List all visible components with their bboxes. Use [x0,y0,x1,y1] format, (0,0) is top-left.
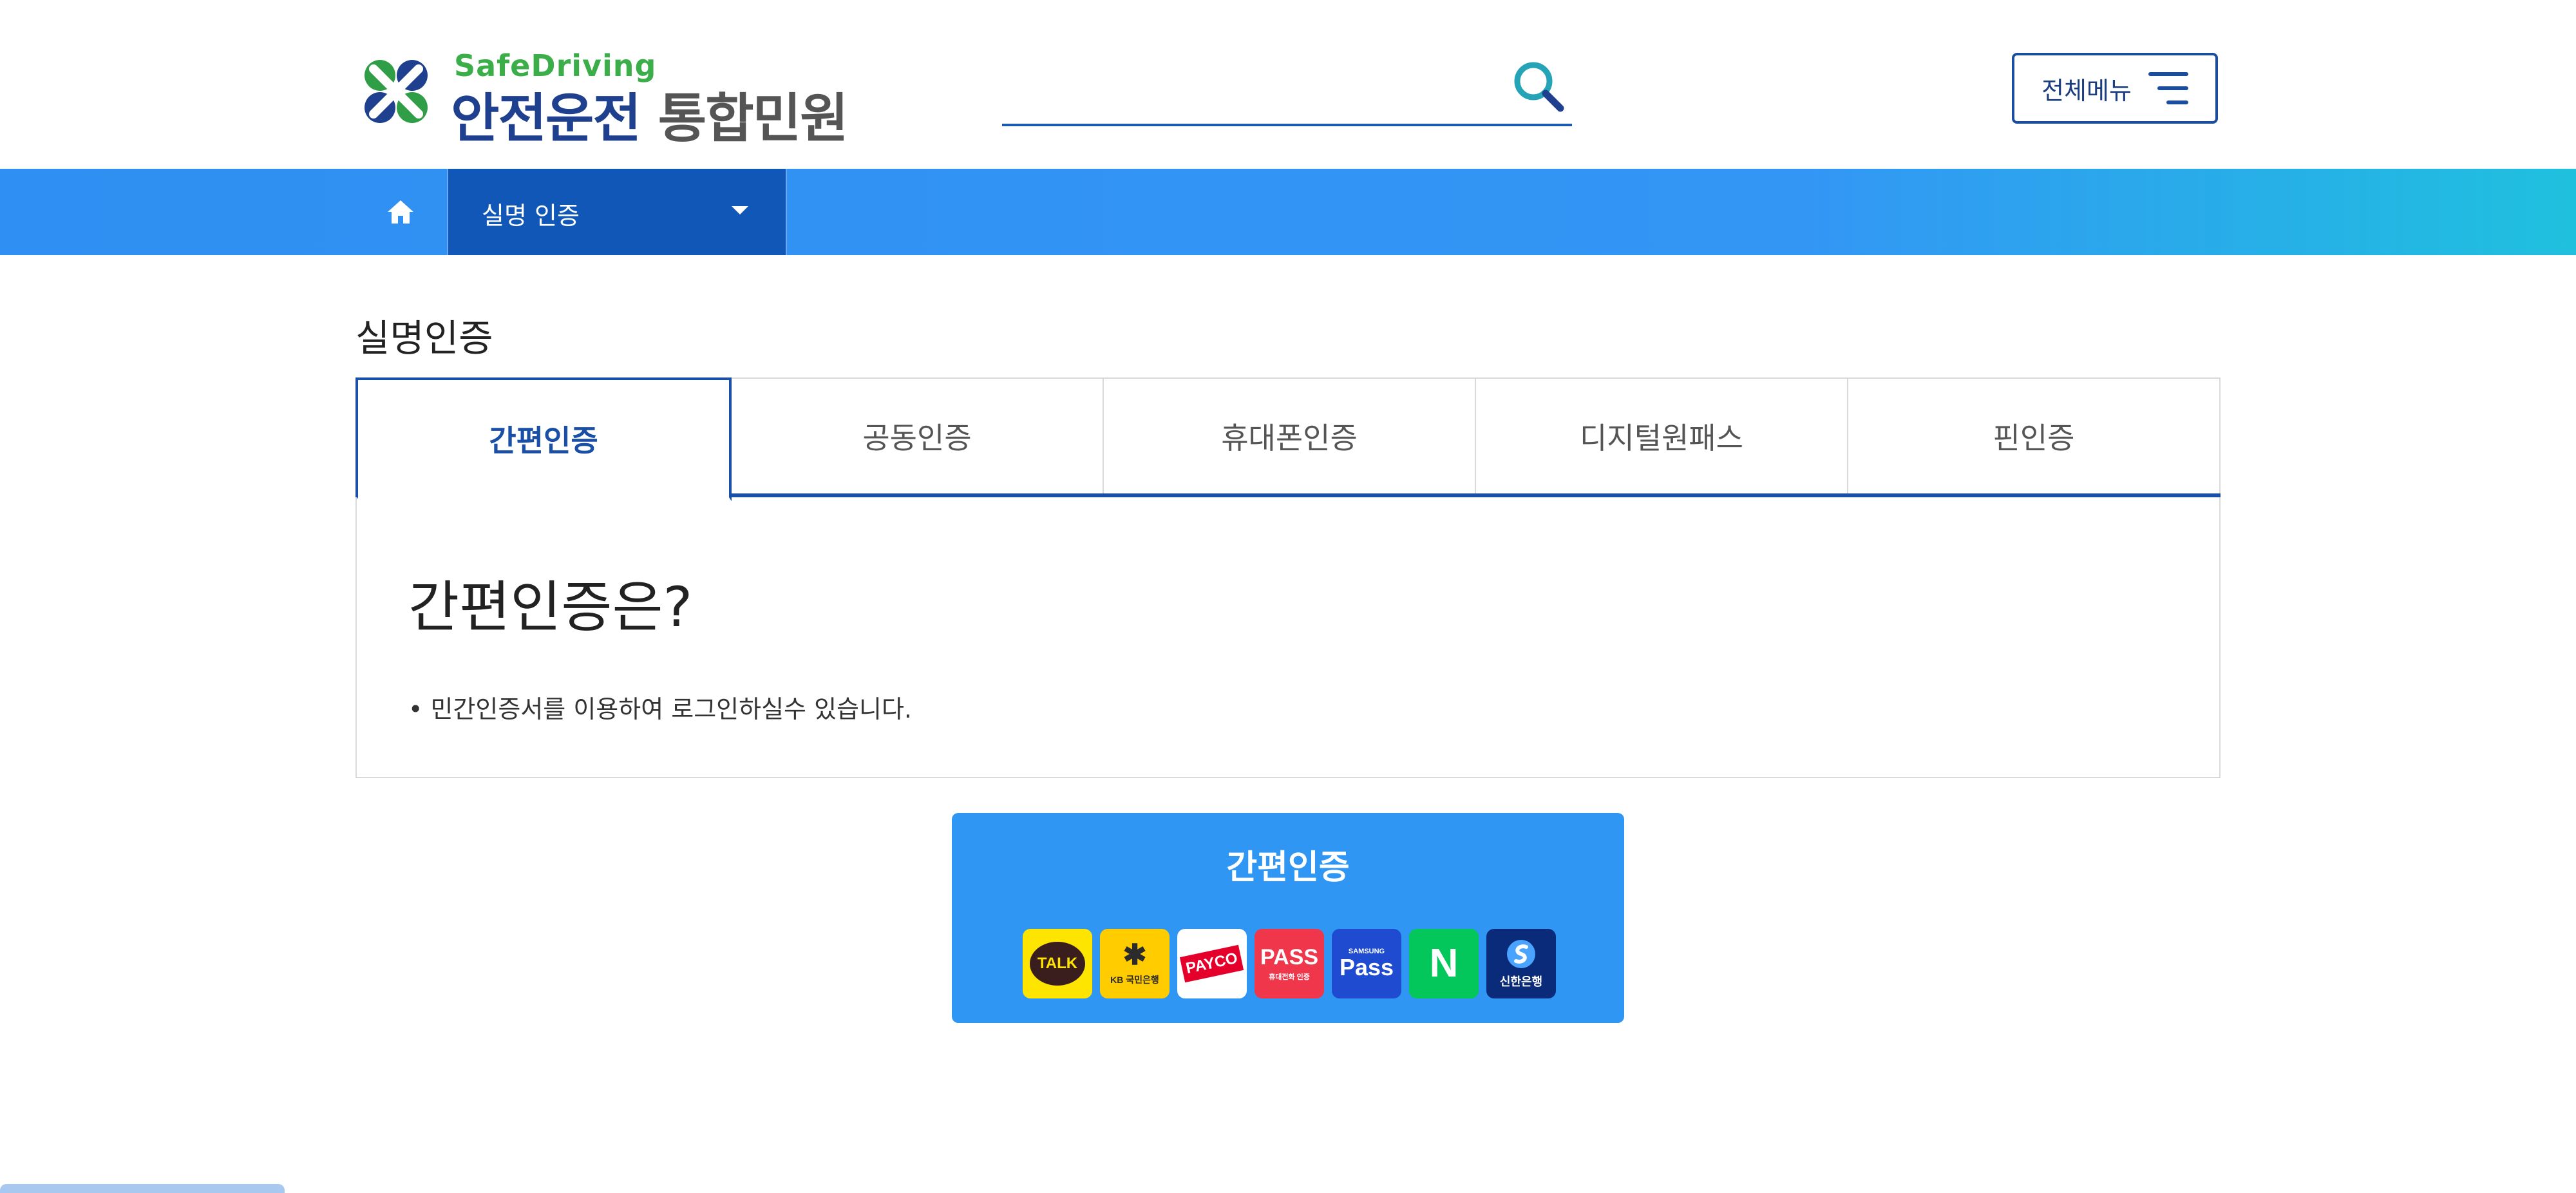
shinhan-bank-icon: 신한은행 [1486,929,1556,998]
naver-icon: N [1409,929,1479,998]
simple-auth-button[interactable]: 간편인증 TALK ✱ KB 국민은행 PAYCO PASS 휴대전화 인증 S… [952,813,1624,1023]
pass-label: PASS [1260,945,1319,969]
payco-icon: PAYCO [1177,929,1247,998]
tab-pin-auth[interactable]: 핀인증 [1848,377,2221,493]
auth-tabs: 간편인증 공동인증 휴대폰인증 디지털원패스 핀인증 [355,377,2221,501]
tab-content-panel: 간편인증은? • 민간인증서를 이용하여 로그인하실수 있습니다. [355,497,2221,778]
kb-label: KB 국민은행 [1110,975,1159,985]
clover-logo-icon [365,60,428,123]
samsung-pass-label: Pass [1339,954,1394,980]
floating-widget-edge[interactable] [0,1184,285,1193]
shinhan-label: 신한은행 [1499,975,1543,988]
tab-joint-certificate[interactable]: 공동인증 [732,377,1104,493]
pass-sub-label: 휴대전화 인증 [1269,973,1310,981]
shinhan-emblem-icon [1507,940,1535,968]
home-icon [388,200,413,224]
content-heading: 간편인증은? [408,575,693,640]
logo-title: 안전운전 통합민원 [451,75,849,152]
kakao-label: TALK [1030,942,1085,986]
simple-auth-label: 간편인증 [1226,848,1350,887]
all-menu-button[interactable]: 전체메뉴 [2012,53,2218,124]
hamburger-icon [2148,72,2188,104]
search-input[interactable] [1002,64,1494,111]
home-button[interactable] [355,169,446,255]
content-description: • 민간인증서를 이용하여 로그인하실수 있습니다. [408,695,913,723]
tab-mobile-auth[interactable]: 휴대폰인증 [1104,377,1476,493]
pass-icon: PASS 휴대전화 인증 [1255,929,1324,998]
tab-simple-auth[interactable]: 간편인증 [355,377,732,501]
logo-service-text: 통합민원 [658,88,849,149]
page-title: 실명인증 [355,316,493,360]
search-icon[interactable] [1510,58,1567,115]
caret-down-icon [732,206,748,215]
navigation-bar: 실명 인증 [0,169,2576,255]
search-bar [1002,52,1572,126]
kakao-icon: TALK [1023,929,1092,998]
kb-bank-icon: ✱ KB 국민은행 [1100,929,1170,998]
site-logo[interactable]: SafeDriving 안전운전 통합민원 [354,48,849,149]
nav-dropdown[interactable]: 실명 인증 [447,169,787,255]
nav-dropdown-label: 실명 인증 [482,202,580,230]
samsung-pass-icon: SAMSUNG Pass [1332,929,1401,998]
logo-main-text: 안전운전 [451,88,641,149]
provider-list: TALK ✱ KB 국민은행 PAYCO PASS 휴대전화 인증 SAMSUN… [1023,929,1556,998]
kb-star-glyph: ✱ [1122,939,1147,971]
site-header: SafeDriving 안전운전 통합민원 전체메뉴 [0,0,2576,169]
payco-label: PAYCO [1180,944,1244,983]
naver-label: N [1429,941,1459,986]
all-menu-label: 전체메뉴 [2041,76,2132,105]
tab-digital-onepass[interactable]: 디지털원패스 [1476,377,1848,493]
